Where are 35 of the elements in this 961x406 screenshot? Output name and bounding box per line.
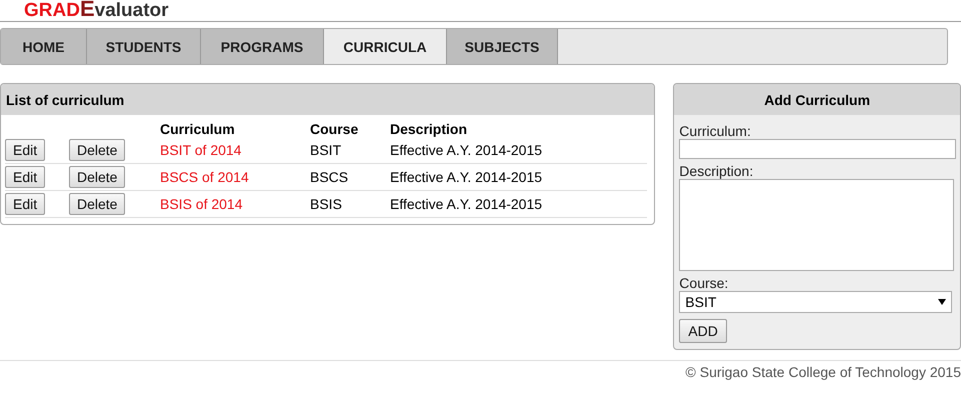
curriculum-cell: BSIS of 2014 <box>160 190 310 218</box>
delete-button[interactable]: Delete <box>69 193 126 215</box>
nav-tab[interactable]: PROGRAMS <box>201 29 324 64</box>
course-select[interactable]: BSIT <box>679 291 952 313</box>
footer-text: © Surigao State College of Technology 2015 <box>686 364 961 380</box>
panel-title: List of curriculum <box>6 92 124 108</box>
course-cell: BSIS <box>310 190 390 218</box>
edit-button[interactable]: Edit <box>5 139 46 161</box>
field-label: Description: <box>679 163 754 179</box>
nav-tab[interactable]: SUBJECTS <box>447 29 558 64</box>
curriculum-cell: BSCS of 2014 <box>160 164 310 190</box>
column-header: Description <box>390 121 468 137</box>
description-input[interactable] <box>679 179 954 271</box>
description-cell: Effective A.Y. 2014-2015 <box>390 137 647 164</box>
description-cell: Effective A.Y. 2014-2015 <box>390 190 647 218</box>
nav-tab[interactable]: HOME <box>1 29 87 64</box>
nav-tab[interactable]: STUDENTS <box>87 29 201 64</box>
nav-tab[interactable]: CURRICULA <box>324 29 447 64</box>
column-header: Curriculum <box>160 121 236 137</box>
add-button[interactable]: ADD <box>679 319 727 343</box>
dropdown-icon <box>938 299 946 305</box>
delete-button[interactable]: Delete <box>69 139 126 161</box>
description-cell: Effective A.Y. 2014-2015 <box>390 164 647 190</box>
logo-text: GRADEvaluator <box>24 0 169 21</box>
edit-button[interactable]: Edit <box>5 193 46 215</box>
curriculum-input[interactable] <box>679 139 956 159</box>
curriculum-cell: BSIT of 2014 <box>160 137 310 164</box>
field-label: Course: <box>679 275 730 291</box>
delete-button[interactable]: Delete <box>69 166 126 188</box>
edit-button[interactable]: Edit <box>5 166 46 188</box>
course-cell: BSIT <box>310 137 390 164</box>
panel-title: Add Curriculum <box>764 92 870 108</box>
column-header: Course <box>310 121 360 137</box>
field-label: Curriculum: <box>679 123 752 139</box>
course-cell: BSCS <box>310 164 390 190</box>
